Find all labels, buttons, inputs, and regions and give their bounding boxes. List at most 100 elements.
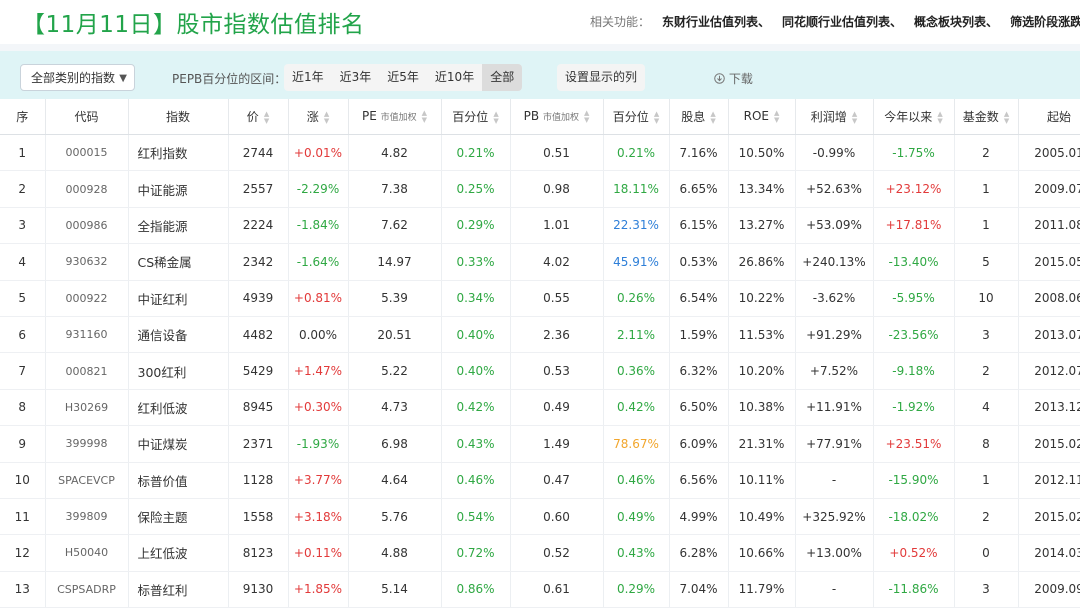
pb-value: 0.53 xyxy=(510,352,604,390)
header-col-roe[interactable]: ROE ▲ ▼ xyxy=(728,99,796,135)
index-name[interactable]: 标普价值 xyxy=(128,462,229,499)
change: -1.84% xyxy=(288,207,349,245)
index-code: 000922 xyxy=(45,280,129,317)
sort-icon[interactable]: ▲ ▼ xyxy=(422,109,427,124)
table-row[interactable]: 2 000928 中证能源 2557 -2.29% 7.38 0.25% 0.98 18.11%… xyxy=(0,170,1080,208)
table-row[interactable]: 9 399998 中证煤炭 2371 -1.93% 6.98 0.43% 1.49 78.67%… xyxy=(0,425,1080,463)
index-name[interactable]: 通信设备 xyxy=(128,316,229,354)
dividend-yield: 6.65% xyxy=(669,170,729,208)
index-name[interactable]: CS稀金属 xyxy=(128,243,229,281)
pe-percentile: 0.43% xyxy=(441,425,511,463)
table-row[interactable]: 1 000015 红利指数 2744 +0.01% 4.82 0.21% 0.51 0.21% 7… xyxy=(0,134,1080,172)
sort-icon[interactable]: ▲ ▼ xyxy=(264,110,269,125)
range-3y-button[interactable]: 近3年 xyxy=(332,64,380,91)
change: 0.00% xyxy=(288,316,349,354)
ytd-return: -18.02% xyxy=(873,498,955,536)
header-col-fund-count[interactable]: 基金数 ▲ ▼ xyxy=(954,99,1019,135)
price: 2744 xyxy=(228,134,289,172)
index-name[interactable]: 中证能源 xyxy=(128,170,229,208)
sort-icon[interactable]: ▲ ▼ xyxy=(710,110,715,125)
header-label: 价 xyxy=(246,110,259,124)
range-1y-button[interactable]: 近1年 xyxy=(284,64,332,91)
pb-value: 0.98 xyxy=(510,170,604,208)
table-row[interactable]: 13 CSPSADRP 标普红利 9130 +1.85% 5.14 0.86% 0.61 0.2… xyxy=(0,571,1080,608)
row-index: 10 xyxy=(0,462,46,499)
header-col-index: 序 xyxy=(0,99,46,135)
sort-icon[interactable]: ▲ ▼ xyxy=(774,109,779,124)
header-label: ROE xyxy=(743,109,769,124)
change: +3.77% xyxy=(288,462,349,499)
header-label: 指数 xyxy=(165,110,190,124)
index-name[interactable]: 中证煤炭 xyxy=(128,425,229,463)
range-5y-button[interactable]: 近5年 xyxy=(379,64,427,91)
row-index: 9 xyxy=(0,425,46,463)
index-name[interactable]: 全指能源 xyxy=(128,207,229,245)
index-name[interactable]: 300红利 xyxy=(128,352,229,390)
row-index: 2 xyxy=(0,170,46,208)
link-stage-filter[interactable]: 筛选阶段涨跌幅 xyxy=(1010,15,1080,29)
category-select[interactable]: 全部类别的指数 ▼ xyxy=(20,64,135,91)
table-row[interactable]: 11 399809 保险主题 1558 +3.18% 5.76 0.54% 0.60 0.49%… xyxy=(0,498,1080,536)
header-col-start: 起始 xyxy=(1018,99,1080,135)
profit-growth: - xyxy=(795,571,874,608)
ytd-return: +23.12% xyxy=(873,170,955,208)
pe-percentile: 0.21% xyxy=(441,134,511,172)
index-name[interactable]: 标普红利 xyxy=(128,571,229,608)
header-col-pe[interactable]: PE 市值加权 ▲ ▼ xyxy=(348,99,442,135)
fund-count: 0 xyxy=(954,534,1019,572)
index-name[interactable]: 红利低波 xyxy=(128,389,229,427)
index-name[interactable]: 红利指数 xyxy=(128,134,229,172)
header-col-dividend[interactable]: 股息 ▲ ▼ xyxy=(669,99,729,135)
header-col-pe-percentile[interactable]: 百分位 ▲ ▼ xyxy=(441,99,511,135)
dividend-yield: 6.09% xyxy=(669,425,729,463)
header-label: 涨 xyxy=(306,110,319,124)
fund-count: 2 xyxy=(954,134,1019,172)
sort-icon[interactable]: ▲ ▼ xyxy=(493,110,498,125)
start-date: 2013.12 xyxy=(1018,389,1080,427)
link-concept-sectors[interactable]: 概念板块列表、 xyxy=(914,15,998,29)
index-name[interactable]: 上红低波 xyxy=(128,534,229,572)
pe-value: 5.22 xyxy=(348,352,442,390)
header-label: 百分位 xyxy=(612,110,649,124)
table-row[interactable]: 10 SPACEVCP 标普价值 1128 +3.77% 4.64 0.46% 0.47 0.4… xyxy=(0,462,1080,499)
table-row[interactable]: 4 930632 CS稀金属 2342 -1.64% 14.97 0.33% 4.02 45.9… xyxy=(0,243,1080,281)
table-row[interactable]: 8 H30269 红利低波 8945 +0.30% 4.73 0.42% 0.49 0.42% 6… xyxy=(0,389,1080,427)
table-row[interactable]: 12 H50040 上红低波 8123 +0.11% 4.88 0.72% 0.52 0.43%… xyxy=(0,534,1080,572)
header-col-pb[interactable]: PB 市值加权 ▲ ▼ xyxy=(510,99,604,135)
pe-value: 14.97 xyxy=(348,243,442,281)
table-row[interactable]: 5 000922 中证红利 4939 +0.81% 5.39 0.34% 0.55 0.26% 6… xyxy=(0,280,1080,317)
table-row[interactable]: 3 000986 全指能源 2224 -1.84% 7.62 0.29% 1.01 22.31%… xyxy=(0,207,1080,245)
index-name[interactable]: 保险主题 xyxy=(128,498,229,536)
header-col-ytd[interactable]: 今年以来 ▲ ▼ xyxy=(873,99,955,135)
range-10y-button[interactable]: 近10年 xyxy=(427,64,482,91)
link-eastmoney-industry[interactable]: 东财行业估值列表、 xyxy=(662,15,770,29)
change: +0.01% xyxy=(288,134,349,172)
header-col-change[interactable]: 涨 ▲ ▼ xyxy=(288,99,349,135)
header-col-profit-growth[interactable]: 利润增 ▲ ▼ xyxy=(795,99,874,135)
pb-percentile: 0.36% xyxy=(603,352,670,390)
start-date: 2012.07 xyxy=(1018,352,1080,390)
start-date: 2015.02 xyxy=(1018,425,1080,463)
header-col-price[interactable]: 价 ▲ ▼ xyxy=(228,99,289,135)
set-columns-button[interactable]: 设置显示的列 xyxy=(557,64,645,91)
pe-percentile: 0.34% xyxy=(441,280,511,317)
fund-count: 2 xyxy=(954,352,1019,390)
sort-icon[interactable]: ▲ ▼ xyxy=(584,109,589,124)
fund-count: 5 xyxy=(954,243,1019,281)
header-label: 股息 xyxy=(681,110,706,124)
link-ths-industry[interactable]: 同花顺行业估值列表、 xyxy=(782,15,902,29)
pe-percentile: 0.54% xyxy=(441,498,511,536)
sort-icon[interactable]: ▲ ▼ xyxy=(937,110,942,125)
table-row[interactable]: 7 000821 300红利 5429 +1.47% 5.22 0.40% 0.53 0.36%… xyxy=(0,352,1080,390)
range-all-button[interactable]: 全部 xyxy=(482,64,523,91)
header-col-pb-percentile[interactable]: 百分位 ▲ ▼ xyxy=(603,99,670,135)
start-date: 2012.11 xyxy=(1018,462,1080,499)
sort-icon[interactable]: ▲ ▼ xyxy=(324,110,329,125)
table-row[interactable]: 6 931160 通信设备 4482 0.00% 20.51 0.40% 2.36 2.11% 1… xyxy=(0,316,1080,354)
roe: 10.22% xyxy=(728,280,796,317)
sort-icon[interactable]: ▲ ▼ xyxy=(852,110,857,125)
download-button[interactable]: 下载 xyxy=(714,70,753,87)
sort-icon[interactable]: ▲ ▼ xyxy=(654,110,659,125)
index-name[interactable]: 中证红利 xyxy=(128,280,229,317)
sort-icon[interactable]: ▲ ▼ xyxy=(1004,110,1009,125)
